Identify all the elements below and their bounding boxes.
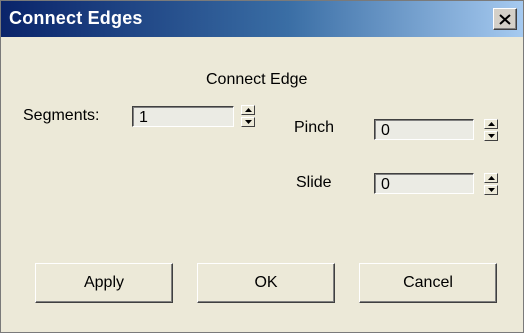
slide-spinner (484, 173, 498, 195)
slide-label: Slide (296, 174, 332, 191)
cancel-button[interactable]: Cancel (359, 263, 497, 303)
title-bar[interactable]: Connect Edges (1, 1, 523, 37)
pinch-spinner-down[interactable] (484, 131, 498, 141)
dialog-title: Connect Edges (9, 8, 143, 28)
pinch-input[interactable]: 0 (374, 119, 474, 140)
connect-edge-group-label: Connect Edge (206, 71, 308, 88)
triangle-down-icon (487, 188, 495, 192)
connect-edges-dialog: Connect Edges Connect Edge Segments: 1 P… (0, 0, 524, 333)
segments-input[interactable]: 1 (132, 106, 234, 127)
slide-input[interactable]: 0 (374, 173, 474, 194)
segments-spinner-up[interactable] (241, 105, 255, 115)
segments-spinner-down[interactable] (241, 117, 255, 127)
slide-spinner-down[interactable] (484, 185, 498, 195)
triangle-up-icon (487, 176, 495, 180)
ok-button[interactable]: OK (197, 263, 335, 303)
pinch-label: Pinch (294, 119, 335, 136)
triangle-up-icon (244, 108, 252, 112)
triangle-down-icon (244, 120, 252, 124)
pinch-spinner-up[interactable] (484, 119, 498, 129)
slide-spinner-up[interactable] (484, 173, 498, 183)
triangle-down-icon (487, 134, 495, 138)
close-icon (499, 13, 511, 25)
segments-spinner (241, 105, 255, 127)
close-button[interactable] (493, 8, 517, 30)
apply-button[interactable]: Apply (35, 263, 173, 303)
pinch-spinner (484, 119, 498, 141)
triangle-up-icon (487, 122, 495, 126)
segments-label: Segments: (23, 107, 100, 124)
